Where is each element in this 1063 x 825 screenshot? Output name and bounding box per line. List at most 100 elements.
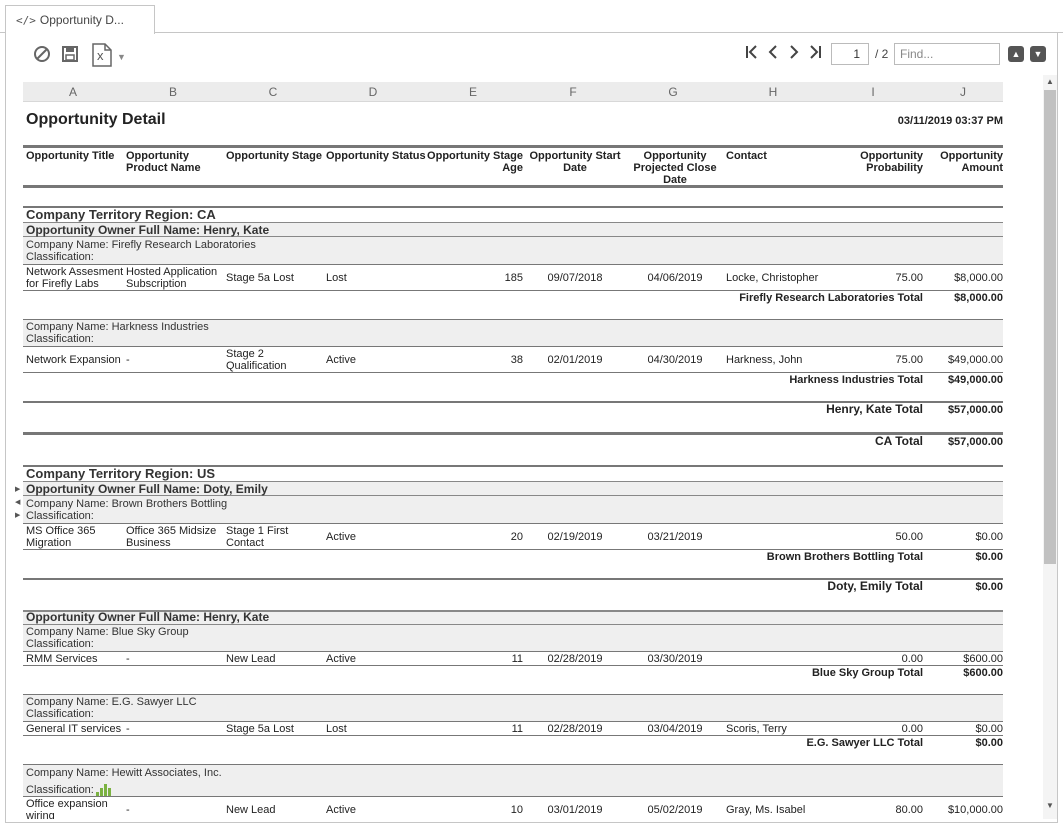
header-probability-2: Probability <box>866 162 923 174</box>
owner-header: Opportunity Owner Full Name: Henry, Kate <box>26 223 270 237</box>
header-start-date-2: Date <box>563 162 587 174</box>
classification-row: Classification: <box>26 784 112 796</box>
cell-probability: 0.00 <box>901 723 923 735</box>
cell-title: Network Expansion <box>26 354 121 366</box>
prev-page-icon[interactable] <box>767 44 779 65</box>
find-previous-button[interactable]: ▲ <box>1008 46 1024 62</box>
next-page-icon[interactable] <box>788 44 800 65</box>
report-body: Opportunity Detail 03/11/2019 03:37 PM O… <box>23 103 1003 819</box>
chevron-down-icon[interactable]: ▼ <box>117 48 126 66</box>
cell-close-date: 05/02/2019 <box>647 804 703 816</box>
cell-close-date: 04/30/2019 <box>647 354 703 366</box>
first-page-icon[interactable] <box>745 44 759 65</box>
cell-status: Active <box>326 653 356 665</box>
company-total-value: $8,000.00 <box>954 292 1003 304</box>
cell-amount: $0.00 <box>975 723 1003 735</box>
owner-total-label: Henry, Kate Total <box>826 402 923 416</box>
report-title: Opportunity Detail <box>26 111 166 128</box>
excel-export-icon[interactable]: x <box>91 43 113 72</box>
cell-stage: Stage 1 First <box>226 525 289 537</box>
column-header[interactable]: H <box>723 85 823 99</box>
column-header[interactable]: E <box>423 85 523 99</box>
classification-label: Classification: <box>26 784 94 796</box>
column-header[interactable]: D <box>323 85 423 99</box>
cell-stage: Qualification <box>226 360 287 372</box>
cell-age: 10 <box>510 804 523 816</box>
cell-start-date: 03/01/2019 <box>547 804 603 816</box>
classification-label: Classification: <box>26 333 94 345</box>
cell-contact: Scoris, Terry <box>726 723 787 735</box>
excel-letter: x <box>97 48 104 63</box>
row-rule <box>23 372 1003 373</box>
column-header[interactable]: F <box>523 85 623 99</box>
cell-contact: Harkness, John <box>726 354 803 366</box>
classification-label: Classification: <box>26 708 94 720</box>
header-stage: Opportunity Stage <box>226 150 322 162</box>
company-total-label: Brown Brothers Bottling Total <box>766 551 923 563</box>
column-header[interactable]: B <box>123 85 223 99</box>
expand-arrow-icon[interactable]: ▶ <box>15 485 20 493</box>
scroll-up-icon[interactable]: ▲ <box>1043 76 1057 88</box>
column-header[interactable]: G <box>623 85 723 99</box>
cell-stage: Stage 2 <box>226 348 264 360</box>
cell-age: 11 <box>511 653 523 665</box>
cell-probability: 80.00 <box>895 804 923 816</box>
header-amount-1: Opportunity <box>940 150 1003 162</box>
region-header: Company Territory Region: US <box>26 466 216 481</box>
region-header: Company Territory Region: CA <box>26 207 216 222</box>
cell-title: Network Assesment <box>26 266 124 278</box>
cell-probability: 75.00 <box>895 354 923 366</box>
cell-product: - <box>126 653 130 665</box>
report-timestamp: 03/11/2019 03:37 PM <box>897 115 1003 127</box>
classification-label: Classification: <box>26 510 94 522</box>
owner-header: Opportunity Owner Full Name: Henry, Kate <box>26 610 270 624</box>
cell-stage: Stage 5a Lost <box>226 723 294 735</box>
cell-product: Hosted Application <box>126 266 218 278</box>
classification-label: Classification: <box>26 638 94 650</box>
tab-strip <box>0 0 1063 33</box>
company-total-value: $0.00 <box>975 737 1003 749</box>
last-page-icon[interactable] <box>808 44 822 65</box>
header-probability-1: Opportunity <box>860 150 923 162</box>
page-number-input[interactable] <box>831 43 869 65</box>
company-total-label: Firefly Research Laboratories Total <box>739 292 923 304</box>
expand-arrow-icon[interactable]: ▶ <box>15 511 20 519</box>
cell-contact: Gray, Ms. Isabel <box>726 804 806 816</box>
bar-chart-icon[interactable] <box>95 784 112 796</box>
row-rule <box>23 346 1003 347</box>
row-rule <box>23 290 1003 291</box>
cell-close-date: 04/06/2019 <box>647 272 703 284</box>
company-total-value: $600.00 <box>963 667 1003 679</box>
column-header[interactable]: A <box>23 85 123 99</box>
tab-opportunity-detail[interactable]: </> Opportunity D... <box>5 5 155 34</box>
row-rule <box>23 665 1003 666</box>
company-total-label: Blue Sky Group Total <box>811 667 923 679</box>
row-rule <box>23 651 1003 652</box>
cancel-icon[interactable] <box>33 45 51 68</box>
cell-amount: $8,000.00 <box>954 272 1003 284</box>
column-header[interactable]: J <box>903 85 1023 99</box>
header-contact: Contact <box>726 150 767 162</box>
header-status: Opportunity Status <box>326 150 426 162</box>
owner-total-label: Doty, Emily Total <box>827 579 923 593</box>
scroll-down-icon[interactable]: ▼ <box>1043 800 1057 812</box>
cell-start-date: 09/07/2018 <box>547 272 603 284</box>
save-icon[interactable] <box>61 45 79 68</box>
cell-amount: $10,000.00 <box>947 804 1003 816</box>
cell-start-date: 02/19/2019 <box>547 531 603 543</box>
cell-amount: $0.00 <box>975 531 1003 543</box>
cell-age: 20 <box>510 531 523 543</box>
cell-age: 185 <box>504 272 523 284</box>
find-input[interactable] <box>894 43 1000 65</box>
column-header[interactable]: C <box>223 85 323 99</box>
header-top-rule <box>23 145 1003 148</box>
cell-product: - <box>126 354 130 366</box>
company-name: Company Name: E.G. Sawyer LLC <box>26 696 197 708</box>
region-total-label: CA Total <box>875 434 923 448</box>
cell-product: - <box>126 804 130 816</box>
collapse-arrow-icon[interactable]: ◀ <box>15 498 20 506</box>
company-total-value: $49,000.00 <box>947 374 1003 386</box>
scrollbar-thumb[interactable] <box>1044 90 1056 564</box>
company-total-label: Harkness Industries Total <box>789 374 923 386</box>
find-next-button[interactable]: ▼ <box>1030 46 1046 62</box>
